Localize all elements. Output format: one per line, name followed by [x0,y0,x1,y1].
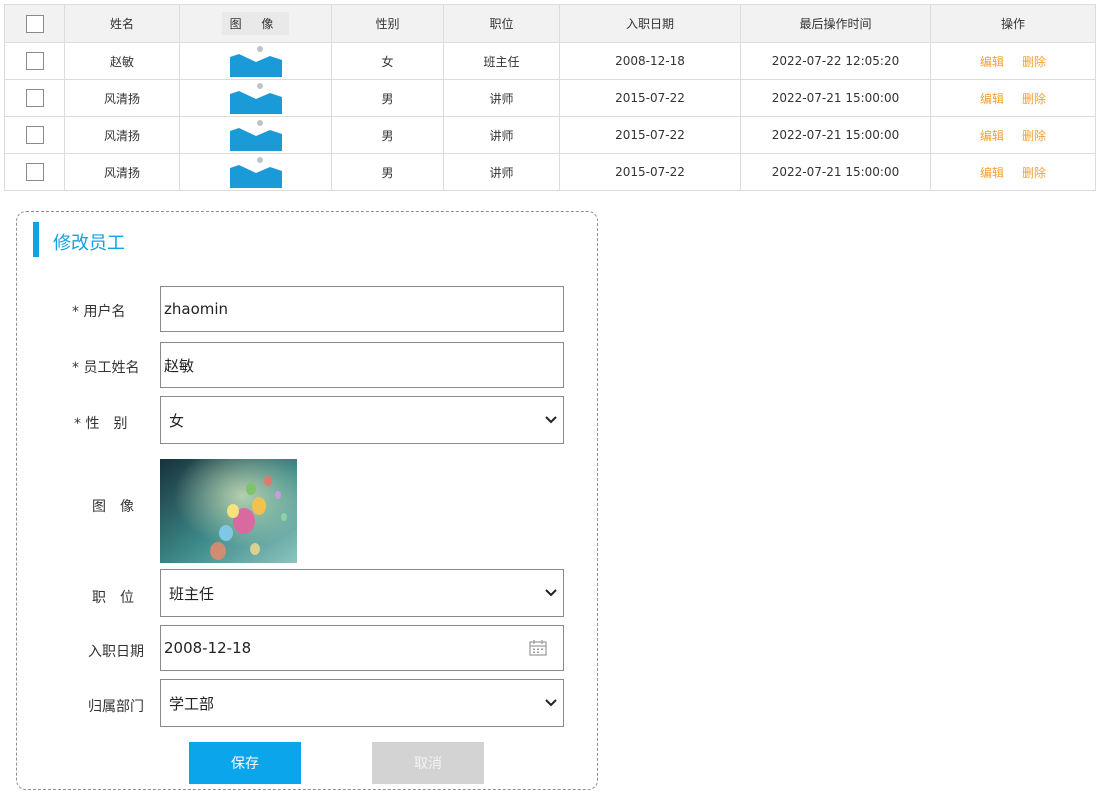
cell-position: 讲师 [443,153,560,191]
chevron-down-icon [545,699,557,707]
delete-link[interactable]: 删除 [1022,55,1046,69]
cancel-button[interactable]: 取消 [372,742,484,784]
gender-selected-value: 女 [169,411,185,430]
header-name: 姓名 [64,4,180,43]
select-all-checkbox[interactable] [25,14,44,33]
cell-entry-date: 2015-07-22 [559,153,741,191]
header-position: 职位 [443,4,560,43]
employee-table: 姓名 图 像 性别 职位 入职日期 最后操作时间 操作 赵敏 女 班主任 200… [4,4,1096,191]
cell-image [179,153,332,191]
username-label: * 用户名 [72,304,126,320]
edit-link[interactable]: 编辑 [980,55,1004,69]
cell-last-op-time: 2022-07-21 15:00:00 [740,79,931,117]
gender-select[interactable]: 女 [160,396,564,444]
image-placeholder-icon [229,46,282,77]
delete-link[interactable]: 删除 [1022,166,1046,180]
chevron-down-icon [545,416,557,424]
cell-gender: 男 [331,79,444,117]
calendar-icon[interactable] [529,640,547,656]
cell-entry-date: 2015-07-22 [559,116,741,154]
cell-last-op-time: 2022-07-21 15:00:00 [740,116,931,154]
cell-actions: 编辑 删除 [930,116,1096,154]
cell-actions: 编辑 删除 [930,153,1096,191]
image-placeholder-icon [229,157,282,188]
cell-image [179,79,332,117]
cell-gender: 女 [331,42,444,80]
edit-link[interactable]: 编辑 [980,166,1004,180]
position-selected-value: 班主任 [169,584,215,603]
row-checkbox[interactable] [25,52,44,70]
cell-last-op-time: 2022-07-22 12:05:20 [740,42,931,80]
edit-link[interactable]: 编辑 [980,92,1004,106]
cell-gender: 男 [331,116,444,154]
header-entry-date: 入职日期 [559,4,741,43]
chevron-down-icon [545,589,557,597]
title-accent-bar [33,222,39,257]
row-checkbox[interactable] [25,89,44,107]
cell-gender: 男 [331,153,444,191]
row-checkbox[interactable] [25,163,44,181]
table-header-row: 姓名 图 像 性别 职位 入职日期 最后操作时间 操作 [4,4,1096,43]
delete-link[interactable]: 删除 [1022,129,1046,143]
realname-input[interactable] [160,342,564,388]
select-all-cell[interactable] [4,4,65,43]
balloons-image [160,459,297,563]
row-checkbox[interactable] [25,126,44,144]
row-select-cell[interactable] [4,79,65,117]
position-select[interactable]: 班主任 [160,569,564,617]
table-row: 风清扬 男 讲师 2015-07-22 2022-07-21 15:00:00 … [4,116,1096,154]
dept-label: 归属部门 [88,699,144,715]
entry-date-input[interactable]: 2008-12-18 [160,625,564,671]
position-label: 职 位 [92,590,134,606]
dept-selected-value: 学工部 [169,694,215,713]
cell-actions: 编辑 删除 [930,79,1096,117]
cell-position: 班主任 [443,42,560,80]
dept-select[interactable]: 学工部 [160,679,564,727]
cell-image [179,116,332,154]
header-actions: 操作 [930,4,1096,43]
header-image-label: 图 像 [221,12,290,35]
image-placeholder-icon [229,83,282,114]
header-gender: 性别 [331,4,444,43]
header-image: 图 像 [179,4,332,43]
entry-date-label: 入职日期 [88,644,144,660]
cell-name: 赵敏 [64,42,180,80]
cell-position: 讲师 [443,79,560,117]
image-label: 图 像 [92,499,134,515]
employee-photo[interactable] [160,459,297,563]
username-input[interactable] [160,286,564,332]
table-row: 赵敏 女 班主任 2008-12-18 2022-07-22 12:05:20 … [4,42,1096,80]
save-button[interactable]: 保存 [189,742,301,784]
delete-link[interactable]: 删除 [1022,92,1046,106]
row-select-cell[interactable] [4,153,65,191]
row-select-cell[interactable] [4,116,65,154]
row-select-cell[interactable] [4,42,65,80]
entry-date-value: 2008-12-18 [164,639,252,657]
cell-name: 风清扬 [64,116,180,154]
cell-name: 风清扬 [64,79,180,117]
table-row: 风清扬 男 讲师 2015-07-22 2022-07-21 15:00:00 … [4,79,1096,117]
cell-entry-date: 2008-12-18 [559,42,741,80]
edit-link[interactable]: 编辑 [980,129,1004,143]
edit-employee-panel: 修改员工 * 用户名 * 员工姓名 * 性 别 女 图 像 [16,211,598,790]
panel-title: 修改员工 [53,233,125,254]
cell-actions: 编辑 删除 [930,42,1096,80]
cell-entry-date: 2015-07-22 [559,79,741,117]
cell-image [179,42,332,80]
image-placeholder-icon [229,120,282,151]
cell-position: 讲师 [443,116,560,154]
table-row: 风清扬 男 讲师 2015-07-22 2022-07-21 15:00:00 … [4,153,1096,191]
realname-label: * 员工姓名 [72,360,140,376]
cell-name: 风清扬 [64,153,180,191]
header-last-op-time: 最后操作时间 [740,4,931,43]
cell-last-op-time: 2022-07-21 15:00:00 [740,153,931,191]
gender-label: * 性 别 [74,416,128,432]
